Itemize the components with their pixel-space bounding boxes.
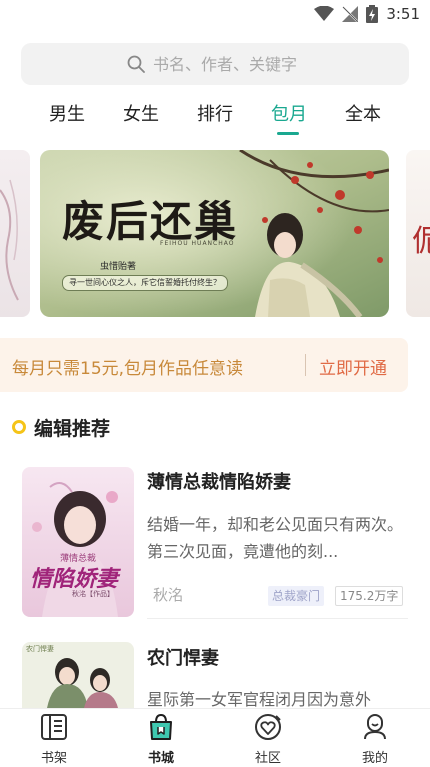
banner-featured-book[interactable]: 废后还巢 FEIHOU HUANCHAO 虫惜贻著 寻一世间心仪之人，斥它信誓婚… <box>40 150 389 317</box>
nav-label: 书架 <box>40 751 67 766</box>
book-author: 秋洺 <box>153 586 184 604</box>
battery-charging-icon <box>366 5 379 23</box>
nav-label: 社区 <box>254 751 281 766</box>
search-icon <box>127 55 145 73</box>
banner-book-subtitle: FEIHOU HUANCHAO <box>160 240 235 247</box>
wifi-icon <box>314 6 335 21</box>
status-time: 3:51 <box>386 5 420 23</box>
banner-prev-peek[interactable] <box>0 150 30 317</box>
tab-ranking[interactable]: 排行 <box>197 100 233 126</box>
nav-community[interactable]: 社区 <box>238 713 298 766</box>
bottom-navigation: 书架 书城 社区 我的 <box>0 708 430 767</box>
list-divider <box>147 618 408 619</box>
status-bar: 3:51 <box>0 0 430 30</box>
active-tab-indicator <box>277 132 299 135</box>
book-description: 星际第一女军官程闭月因为意外 <box>147 690 372 708</box>
section-bullet <box>12 420 26 434</box>
banner-next-peek[interactable]: 伲 <box>406 150 430 317</box>
book-cover[interactable]: 薄情总裁 情陷娇妻 秋洺【作品】 <box>22 467 134 617</box>
category-tag: 总裁豪门 <box>268 586 325 606</box>
nav-bookstore[interactable]: 书城 <box>131 713 191 766</box>
book-title[interactable]: 薄情总裁情陷娇妻 <box>147 468 291 494</box>
book-description: 结婚一年，却和老公见面只有两次。第三次见面，竟遭他的刻... <box>147 515 404 561</box>
promo-divider <box>305 354 306 376</box>
bookstore-bag-icon <box>150 713 172 740</box>
tab-monthly[interactable]: 包月 <box>271 100 307 126</box>
word-count-tag: 175.2万字 <box>335 586 404 606</box>
tab-completed[interactable]: 全本 <box>345 100 381 126</box>
nav-bookshelf[interactable]: 书架 <box>24 713 84 766</box>
banner-next-glyph: 伲 <box>412 224 430 259</box>
no-signal-icon <box>342 6 359 22</box>
subscribe-now-button[interactable]: 立即开通 <box>319 354 387 379</box>
nav-label: 书城 <box>147 751 174 766</box>
banner-tagline: 寻一世间心仪之人，斥它信誓婚托付终生？ <box>62 275 228 291</box>
cover-author: 秋洺【作品】 <box>72 590 114 598</box>
nav-label: 我的 <box>361 751 388 766</box>
profile-icon <box>364 714 386 740</box>
monthly-promo-bar: 每月只需15元,包月作品任意读 立即开通 <box>0 338 408 392</box>
book-title[interactable]: 农门悍妻 <box>147 644 219 670</box>
banner-author: 虫惜贻著 <box>100 259 136 272</box>
search-input[interactable] <box>151 53 375 75</box>
category-tabs: 男生 女生 排行 包月 全本 <box>0 96 430 136</box>
tab-female[interactable]: 女生 <box>123 100 159 126</box>
community-heart-icon <box>255 714 281 740</box>
book-cover[interactable]: 农门悍妻 <box>22 642 134 708</box>
section-title-editor-picks: 编辑推荐 <box>34 418 111 440</box>
tab-male[interactable]: 男生 <box>49 100 85 126</box>
search-bar[interactable] <box>21 43 409 85</box>
bookshelf-icon <box>41 714 67 740</box>
promo-text: 每月只需15元,包月作品任意读 <box>12 359 244 379</box>
cover-title: 农门悍妻 <box>26 645 54 653</box>
nav-profile[interactable]: 我的 <box>345 713 405 766</box>
banner-author-suffix: 著 <box>127 262 137 272</box>
banner-author-name: 虫惜贻 <box>100 262 128 272</box>
status-icons: 3:51 <box>314 5 420 23</box>
